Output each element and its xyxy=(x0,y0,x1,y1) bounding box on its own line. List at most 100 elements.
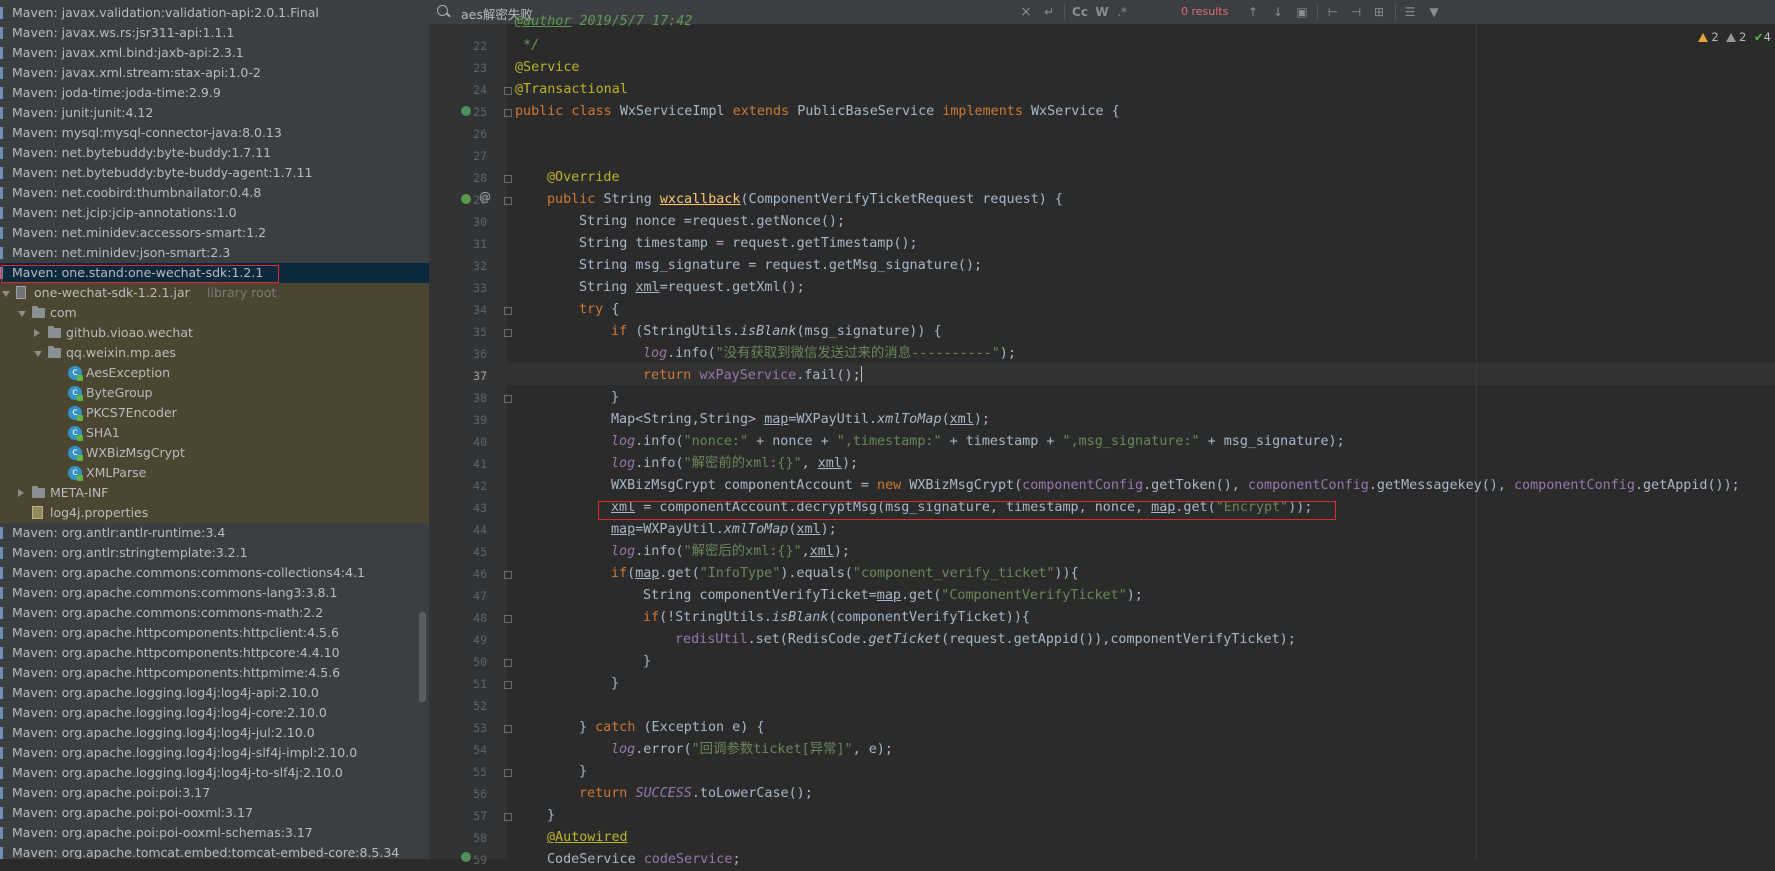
line-number[interactable]: 50 xyxy=(429,651,487,673)
line-number[interactable]: 51 xyxy=(429,673,487,695)
next-occurrence-icon[interactable]: ↓ xyxy=(1269,3,1287,21)
fold-marker-icon[interactable] xyxy=(504,307,512,315)
tree-item[interactable]: Maven: org.apache.logging.log4j:log4j-to… xyxy=(0,763,429,783)
line-number[interactable]: 35 xyxy=(429,321,487,343)
tree-item[interactable]: Maven: org.apache.logging.log4j:log4j-ju… xyxy=(0,723,429,743)
line-number[interactable]: 32 xyxy=(429,255,487,277)
line-number[interactable]: 48 xyxy=(429,607,487,629)
line-number[interactable]: 58 xyxy=(429,827,487,849)
fold-marker-icon[interactable] xyxy=(504,659,512,667)
tree-item[interactable]: Maven: org.apache.httpcomponents:httpmim… xyxy=(0,663,429,683)
expanded-arrow-icon[interactable] xyxy=(18,311,26,317)
line-number[interactable]: 52 xyxy=(429,695,487,717)
line-number[interactable]: 45 xyxy=(429,541,487,563)
tree-item[interactable]: Maven: org.apache.commons:commons-lang3:… xyxy=(0,583,429,603)
tree-item[interactable]: Maven: org.apache.poi:poi-ooxml:3.17 xyxy=(0,803,429,823)
line-number[interactable]: 43 xyxy=(429,497,487,519)
tree-item[interactable]: Maven: net.bytebuddy:byte-buddy-agent:1.… xyxy=(0,163,429,183)
tree-item[interactable]: Maven: org.apache.tomcat.embed:tomcat-em… xyxy=(0,843,429,859)
line-number[interactable]: 41 xyxy=(429,453,487,475)
line-number[interactable]: 26 xyxy=(429,123,487,145)
tree-item[interactable]: one-wechat-sdk-1.2.1.jar library root xyxy=(0,283,429,303)
line-number[interactable]: 44 xyxy=(429,519,487,541)
add-occurrence-icon[interactable]: ⊢ xyxy=(1324,3,1342,21)
line-number[interactable]: 36 xyxy=(429,343,487,365)
fold-marker-icon[interactable] xyxy=(504,769,512,777)
line-number[interactable]: 29 xyxy=(429,189,487,211)
tree-item[interactable]: Maven: org.apache.commons:commons-collec… xyxy=(0,563,429,583)
inspection-widget[interactable]: 2 2 ✔4 xyxy=(1698,30,1771,44)
line-number[interactable]: 59 xyxy=(429,849,487,871)
line-number[interactable]: 23 xyxy=(429,57,487,79)
fold-marker-icon[interactable] xyxy=(504,87,512,95)
line-number[interactable]: 57 xyxy=(429,805,487,827)
line-number[interactable]: 25 xyxy=(429,101,487,123)
fold-marker-icon[interactable] xyxy=(504,571,512,579)
tree-item[interactable]: Maven: javax.xml.bind:jaxb-api:2.3.1 xyxy=(0,43,429,63)
fold-marker-icon[interactable] xyxy=(504,329,512,337)
tree-item[interactable]: Maven: joda-time:joda-time:2.9.9 xyxy=(0,83,429,103)
match-case-button[interactable]: Cc xyxy=(1070,3,1090,21)
tree-item[interactable]: META-INF xyxy=(0,483,429,503)
line-number[interactable]: 39 xyxy=(429,409,487,431)
line-number[interactable]: 28 xyxy=(429,167,487,189)
tree-item[interactable]: Maven: net.minidev:json-smart:2.3 xyxy=(0,243,429,263)
collapsed-arrow-icon[interactable] xyxy=(18,489,24,497)
tree-item[interactable]: Maven: org.apache.commons:commons-math:2… xyxy=(0,603,429,623)
expanded-arrow-icon[interactable] xyxy=(2,291,10,297)
clear-search-icon[interactable]: × xyxy=(1019,3,1033,21)
tree-item[interactable]: Maven: org.apache.httpcomponents:httpcor… xyxy=(0,643,429,663)
line-number[interactable]: 24 xyxy=(429,79,487,101)
tree-item[interactable]: com xyxy=(0,303,429,323)
line-number[interactable]: 54 xyxy=(429,739,487,761)
line-number[interactable]: 37 xyxy=(429,365,487,387)
tree-item[interactable]: Maven: org.apache.logging.log4j:log4j-sl… xyxy=(0,743,429,763)
line-number[interactable]: 31 xyxy=(429,233,487,255)
collapsed-arrow-icon[interactable] xyxy=(34,329,40,337)
select-all-occurrences-icon[interactable]: ▣ xyxy=(1293,3,1311,21)
line-number[interactable]: 49 xyxy=(429,629,487,651)
tree-item[interactable]: Maven: org.antlr:antlr-runtime:3.4 xyxy=(0,523,429,543)
tree-item[interactable]: c XMLParse xyxy=(0,463,429,483)
new-line-icon[interactable]: ↵ xyxy=(1040,3,1058,21)
tree-item[interactable]: c AesException xyxy=(0,363,429,383)
fold-marker-icon[interactable] xyxy=(504,109,512,117)
tree-item[interactable]: Maven: net.jcip:jcip-annotations:1.0 xyxy=(0,203,429,223)
line-number[interactable]: 53 xyxy=(429,717,487,739)
tree-item[interactable]: Maven: javax.xml.stream:stax-api:1.0-2 xyxy=(0,63,429,83)
tree-item[interactable]: Maven: org.apache.logging.log4j:log4j-co… xyxy=(0,703,429,723)
tree-item[interactable]: Maven: org.apache.poi:poi:3.17 xyxy=(0,783,429,803)
line-number[interactable]: 42 xyxy=(429,475,487,497)
previous-occurrence-icon[interactable]: ↑ xyxy=(1244,3,1262,21)
line-number[interactable]: 22 xyxy=(429,35,487,57)
tree-item[interactable]: qq.weixin.mp.aes xyxy=(0,343,429,363)
expanded-arrow-icon[interactable] xyxy=(34,351,42,357)
sidebar-scrollbar[interactable] xyxy=(419,612,426,702)
fold-marker-icon[interactable] xyxy=(504,615,512,623)
select-all-icon[interactable]: ⊞ xyxy=(1370,3,1388,21)
tree-item[interactable]: Maven: javax.validation:validation-api:2… xyxy=(0,3,429,23)
line-number[interactable]: 38 xyxy=(429,387,487,409)
line-number[interactable]: 55 xyxy=(429,761,487,783)
tree-item[interactable]: c PKCS7Encoder xyxy=(0,403,429,423)
tree-item[interactable]: Maven: org.apache.poi:poi-ooxml-schemas:… xyxy=(0,823,429,843)
line-number[interactable]: 30 xyxy=(429,211,487,233)
fold-marker-icon[interactable] xyxy=(504,813,512,821)
tree-item[interactable]: Maven: javax.ws.rs:jsr311-api:1.1.1 xyxy=(0,23,429,43)
line-number[interactable]: 33 xyxy=(429,277,487,299)
tree-item[interactable]: c WXBizMsgCrypt xyxy=(0,443,429,463)
tree-item[interactable]: c SHA1 xyxy=(0,423,429,443)
fold-marker-icon[interactable] xyxy=(504,395,512,403)
tree-item[interactable]: Maven: org.apache.httpcomponents:httpcli… xyxy=(0,623,429,643)
tree-item[interactable]: github.vioao.wechat xyxy=(0,323,429,343)
tree-item[interactable]: Maven: mysql:mysql-connector-java:8.0.13 xyxy=(0,123,429,143)
tree-item[interactable]: Maven: junit:junit:4.12 xyxy=(0,103,429,123)
tree-item[interactable]: Maven: org.antlr:stringtemplate:3.2.1 xyxy=(0,543,429,563)
tree-item[interactable]: log4j.properties xyxy=(0,503,429,523)
line-number[interactable]: 56 xyxy=(429,783,487,805)
line-number[interactable]: 47 xyxy=(429,585,487,607)
filter-icon[interactable]: ▼ xyxy=(1425,3,1443,21)
line-number[interactable]: 34 xyxy=(429,299,487,321)
whole-words-button[interactable]: W xyxy=(1093,3,1111,21)
filter-options-icon[interactable]: ☰ xyxy=(1401,3,1419,21)
